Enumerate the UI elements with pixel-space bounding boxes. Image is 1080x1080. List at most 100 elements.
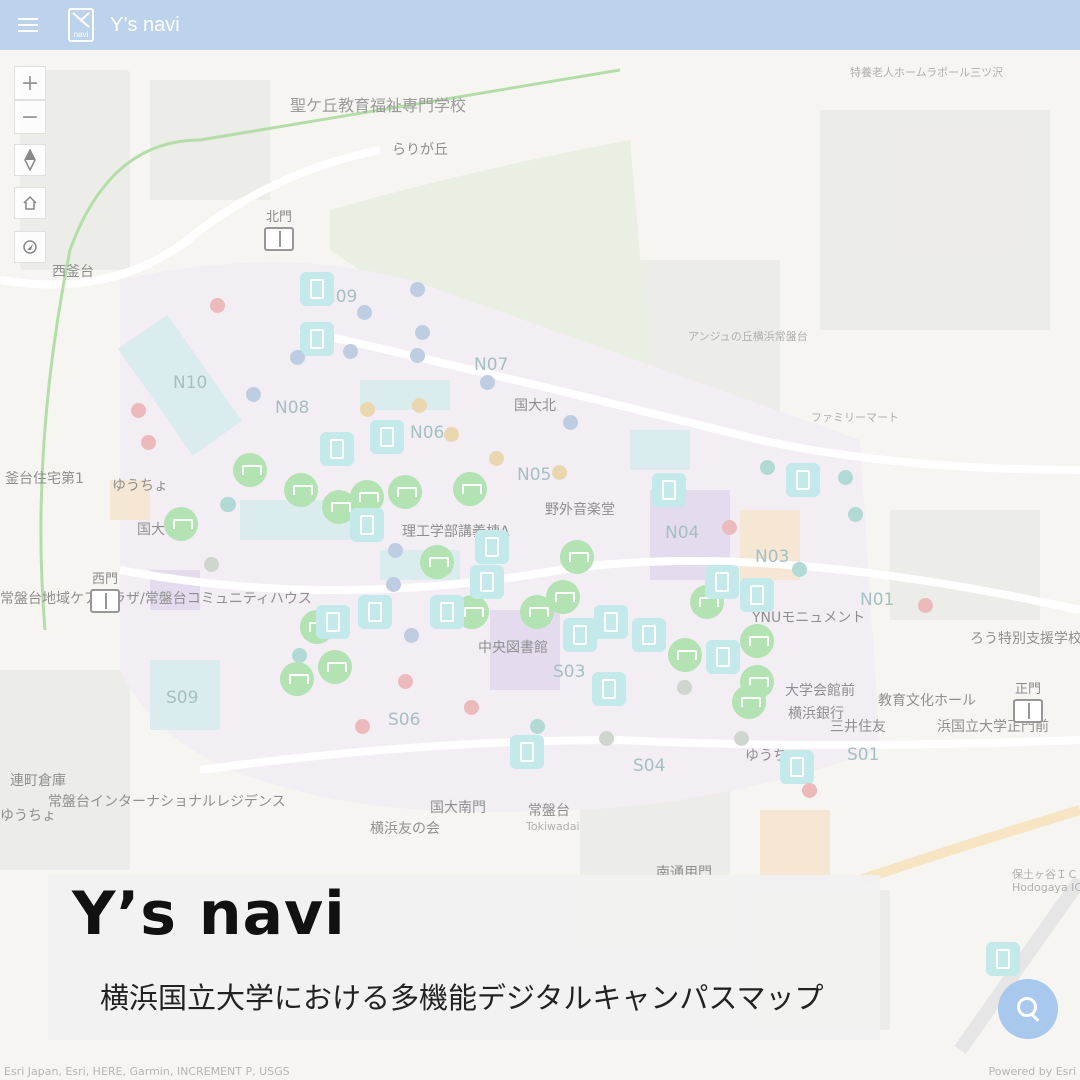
zone-label: S06 (388, 710, 421, 730)
poi-dot (210, 298, 225, 313)
zone-label: S01 (847, 745, 880, 765)
vending-machine-marker[interactable] (786, 463, 820, 497)
poi-dot (292, 648, 307, 663)
poi-dot (563, 415, 578, 430)
poi-dot (802, 783, 817, 798)
zone-label: N10 (173, 373, 208, 393)
vending-machine-marker[interactable] (370, 420, 404, 454)
gate-label: 正門 (1014, 682, 1041, 697)
place-label: 常盤台 (528, 803, 570, 819)
poi-dot (343, 344, 358, 359)
poi-dot (552, 465, 567, 480)
poi-dot (480, 375, 495, 390)
vending-machine-marker[interactable] (300, 322, 334, 356)
bench-marker[interactable] (453, 472, 487, 506)
bench-marker[interactable] (164, 507, 198, 541)
poi-dot (444, 427, 459, 442)
vending-machine-marker[interactable] (706, 640, 740, 674)
place-label: 横浜友の会 (370, 821, 440, 837)
zoom-in-button[interactable]: + (14, 66, 46, 100)
place-label: Tokiwadai (526, 820, 580, 833)
place-label: 聖ケ丘教育福祉専門学校 (290, 96, 467, 115)
vending-machine-marker[interactable] (510, 735, 544, 769)
bench-marker[interactable] (520, 595, 554, 629)
zone-label: N06 (410, 423, 445, 443)
bench-marker[interactable] (740, 624, 774, 658)
place-label: ろう特別支援学校 (970, 631, 1080, 647)
bench-marker[interactable] (560, 540, 594, 574)
place-label: 三井住友 (830, 719, 886, 735)
vending-machine-marker[interactable] (350, 508, 384, 542)
bench-marker[interactable] (732, 685, 766, 719)
place-label: 中央図書館 (478, 640, 548, 656)
vending-machine-marker[interactable] (986, 942, 1020, 976)
bench-marker[interactable] (420, 545, 454, 579)
banner-subtitle: 横浜国立大学における多機能デジタルキャンパスマップ (100, 981, 824, 1015)
locate-button[interactable] (14, 231, 46, 263)
place-label: 常盤台地域ケアプラザ/常盤台コミュニティハウス (0, 591, 312, 607)
banner-title: Y’s navi (72, 879, 346, 949)
poi-dot (464, 700, 479, 715)
place-label: 特養老人ホームラポール三ツ沢 (850, 66, 1004, 79)
poi-dot (410, 348, 425, 363)
app-title: Y’s navi (110, 13, 180, 36)
main-gate-marker[interactable]: 正門 (1013, 678, 1043, 723)
poi-dot (530, 719, 545, 734)
west-gate-marker[interactable]: 西門 (90, 568, 120, 613)
app-logo: navi (68, 8, 94, 42)
map-attribution: Esri Japan, Esri, HERE, Garmin, INCREMEN… (4, 1065, 290, 1078)
bench-marker[interactable] (668, 638, 702, 672)
vending-machine-marker[interactable] (563, 618, 597, 652)
poi-dot (734, 731, 749, 746)
gate-icon (90, 589, 120, 613)
vending-machine-marker[interactable] (358, 595, 392, 629)
poi-dot (415, 325, 430, 340)
bench-marker[interactable] (284, 473, 318, 507)
compass-button[interactable] (14, 144, 46, 176)
zone-label: S03 (553, 662, 586, 682)
vending-machine-marker[interactable] (475, 530, 509, 564)
zone-label: N05 (517, 465, 552, 485)
vending-machine-marker[interactable] (780, 750, 814, 784)
zoom-out-button[interactable]: − (14, 100, 46, 134)
home-button[interactable] (14, 187, 46, 219)
zone-label: N07 (474, 355, 509, 375)
powered-by: Powered by Esri (988, 1065, 1076, 1078)
vending-machine-marker[interactable] (430, 595, 464, 629)
vending-machine-marker[interactable] (300, 272, 334, 306)
bench-marker[interactable] (233, 453, 267, 487)
bench-marker[interactable] (388, 475, 422, 509)
vending-machine-marker[interactable] (320, 432, 354, 466)
poi-dot (386, 577, 401, 592)
place-label: 釜台住宅第1 (5, 471, 84, 487)
place-label: 野外音楽堂 (545, 502, 615, 518)
vending-machine-marker[interactable] (632, 618, 666, 652)
place-label: 国大南門 (430, 800, 486, 816)
hamburger-menu-icon (18, 18, 38, 32)
place-label: ゆうちょ (112, 478, 168, 494)
place-label: 連町倉庫 (10, 773, 66, 789)
poi-dot (918, 598, 933, 613)
north-gate-marker[interactable]: 北門 (264, 206, 294, 251)
search-button[interactable] (998, 979, 1058, 1039)
vending-machine-marker[interactable] (316, 605, 350, 639)
bench-marker[interactable] (280, 662, 314, 696)
vending-machine-marker[interactable] (652, 473, 686, 507)
hamburger-menu-button[interactable] (0, 0, 56, 50)
poi-dot (388, 543, 403, 558)
poi-dot (204, 557, 219, 572)
poi-dot (599, 731, 614, 746)
vending-machine-marker[interactable] (705, 565, 739, 599)
logo-label: navi (73, 30, 89, 39)
vending-machine-marker[interactable] (740, 578, 774, 612)
poi-dot (220, 497, 235, 512)
vending-machine-marker[interactable] (592, 672, 626, 706)
gate-label: 西門 (91, 572, 118, 587)
poi-dot (355, 719, 370, 734)
poi-dot (838, 470, 853, 485)
poi-dot (848, 507, 863, 522)
vending-machine-marker[interactable] (594, 605, 628, 639)
place-label: ファミリーマート (811, 411, 899, 424)
bench-marker[interactable] (318, 650, 352, 684)
vending-machine-marker[interactable] (470, 565, 504, 599)
